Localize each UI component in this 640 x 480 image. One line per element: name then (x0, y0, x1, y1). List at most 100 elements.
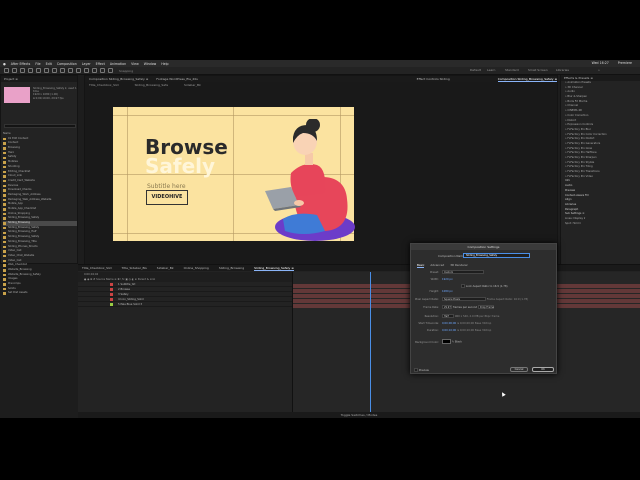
viewer-tabs: Composition Sliding_Browsing_Safely ≡ Fo… (85, 76, 557, 82)
menu-edit[interactable]: Edit (46, 62, 52, 66)
folder-icon (3, 208, 6, 211)
menu-layer[interactable]: Layer (82, 62, 91, 66)
frame-rate-input[interactable]: 29.97 (442, 305, 452, 309)
folder-icon (3, 217, 6, 220)
timeline-status: Toggle Switches / Modes (78, 412, 640, 418)
stamp-tool-icon[interactable] (92, 68, 97, 73)
preview-checkbox[interactable] (414, 368, 418, 372)
shape-tool-icon[interactable] (60, 68, 65, 73)
dialog-tab-basic[interactable]: Basic (417, 263, 425, 268)
width-value[interactable]: 1920 px (442, 278, 453, 281)
timeline-tab[interactable]: Sidebar_Bk (157, 265, 174, 271)
background-color-swatch[interactable] (442, 339, 451, 344)
preset-row: Preset: Custom (415, 270, 484, 274)
effects-category[interactable]: Spot: Hold ▾ (561, 222, 640, 227)
workspace-small-screen[interactable]: Small Screen (528, 68, 548, 72)
lock-aspect-checkbox[interactable] (461, 284, 465, 288)
folder-icon (3, 147, 6, 150)
layer-color-label[interactable] (110, 303, 113, 306)
tools-toolbar: Snapping Default Learn Standard Small Sc… (0, 67, 640, 75)
playhead[interactable] (370, 272, 371, 418)
composition-canvas[interactable]: Browse Safely Subtitle here VIDEOHIVE (113, 107, 355, 241)
project-item[interactable]: Set Dist Assets (3, 291, 77, 296)
apple-icon[interactable]: ● (3, 62, 6, 66)
resolution-select[interactable]: Half (442, 314, 454, 318)
timeline-tab[interactable]: Online_Shopping (184, 265, 209, 271)
selection-tool-icon[interactable] (12, 68, 17, 73)
folder-icon (3, 273, 6, 277)
height-value[interactable]: 1080 px (442, 290, 453, 293)
viewer-tab-footage[interactable]: Footage WordPress_file_20s (156, 76, 198, 82)
pixel-aspect-select[interactable]: Square Pixels (442, 297, 486, 301)
folder-icon (3, 142, 6, 145)
layer-color-label[interactable] (110, 283, 113, 286)
menu-file[interactable]: File (35, 62, 40, 66)
ok-button[interactable]: OK (532, 367, 554, 372)
workspace-learn[interactable]: Learn (487, 68, 495, 72)
viewer-subtab-2[interactable]: Sidebar_Bk (184, 83, 201, 87)
menu-animation[interactable]: Animation (110, 62, 126, 66)
workspace-libraries[interactable]: Libraries (556, 68, 569, 72)
project-search-input[interactable] (4, 124, 76, 128)
headline-safely: Safely (145, 154, 216, 178)
cancel-button[interactable]: Cancel (510, 367, 528, 372)
snapping-label[interactable]: Snapping (119, 69, 133, 73)
project-thumbnail (4, 87, 30, 103)
viewer-subtab-0[interactable]: Title_Checkbox_Slid (89, 83, 119, 87)
pen-tool-icon[interactable] (68, 68, 73, 73)
composition-settings-dialog: Composition Settings Composition Name: S… (410, 243, 557, 374)
layer-row[interactable]: 5 Pale Blue Solid 3 (78, 302, 292, 307)
camera-tool-icon[interactable] (44, 68, 49, 73)
menu-app[interactable]: After Effects (11, 62, 31, 66)
folder-icon (3, 156, 6, 160)
layer-color-label[interactable] (110, 293, 113, 296)
brush-tool-icon[interactable] (84, 68, 89, 73)
menu-window[interactable]: Window (144, 62, 157, 66)
pan-behind-tool-icon[interactable] (52, 68, 57, 73)
eraser-tool-icon[interactable] (100, 68, 105, 73)
viewer-subtab-1[interactable]: Sliding_Browsing_Safe (135, 83, 168, 87)
menu-composition[interactable]: Composition (57, 62, 77, 66)
menubar-user[interactable]: Premiere (618, 61, 632, 65)
folder-icon (3, 259, 6, 263)
workspace-default[interactable]: Default (470, 68, 481, 72)
viewer-tab-active[interactable]: Composition Sliding_Browsing_Safely ≡ (497, 76, 557, 82)
start-timecode-value[interactable]: 0;00;00;00 (442, 322, 456, 325)
video-frame: ● After Effects File Edit Composition La… (0, 0, 640, 480)
duration-value[interactable]: 0;00;10;00 (442, 329, 456, 332)
viewer-tab-composition[interactable]: Composition Sliding_Browsing_Safely ≡ (89, 76, 148, 82)
rotate-tool-icon[interactable] (36, 68, 41, 73)
timeline-tab[interactable]: Title_Checkbox_Slid (82, 265, 112, 271)
width-row: Width: 1920 px (430, 278, 453, 281)
zoom-tool-icon[interactable] (28, 68, 33, 73)
menu-view[interactable]: View (131, 62, 139, 66)
viewer-tab-flowchart[interactable]: Effect Controls Sliding (417, 76, 450, 82)
timeline-tab[interactable]: Title_Sidebar_BG (122, 265, 147, 271)
comp-name-input[interactable]: Sliding_Browsing_Safely (463, 253, 530, 258)
layer-color-label[interactable] (110, 288, 113, 291)
workspace-standard[interactable]: Standard (505, 68, 519, 72)
workspace-user[interactable]: » (598, 68, 600, 72)
layer-color-label[interactable] (110, 298, 113, 301)
folder-icon (3, 264, 6, 267)
puppet-tool-icon[interactable] (108, 68, 113, 73)
menu-help[interactable]: Help (161, 62, 168, 66)
timeline-tab[interactable]: Sliding_Browsing_Safely ≡ (254, 265, 294, 271)
eyedropper-icon[interactable]: ✎ (452, 341, 454, 344)
dialog-tab-3d-renderer[interactable]: 3D Renderer (450, 263, 468, 268)
dialog-tab-advanced[interactable]: Advanced (430, 263, 444, 268)
folder-icon (3, 184, 6, 188)
hand-tool-icon[interactable] (20, 68, 25, 73)
timeline-tab[interactable]: Sliding_Browsing (219, 265, 244, 271)
folder-icon (3, 189, 6, 192)
type-tool-icon[interactable] (76, 68, 81, 73)
layer-name: Subtitle_txt (120, 283, 136, 286)
project-tab[interactable]: Project ≡ (1, 76, 77, 82)
menu-effect[interactable]: Effect (96, 62, 105, 66)
home-tool-icon[interactable] (4, 68, 9, 73)
drop-frame-select[interactable]: Drop Frame (477, 305, 494, 309)
preset-select[interactable]: Custom (442, 270, 484, 274)
pixel-aspect-row: Pixel Aspect Ratio: Square Pixels Frame A… (415, 297, 529, 301)
folder-icon (3, 250, 6, 253)
dialog-title: Composition Settings (411, 244, 556, 250)
